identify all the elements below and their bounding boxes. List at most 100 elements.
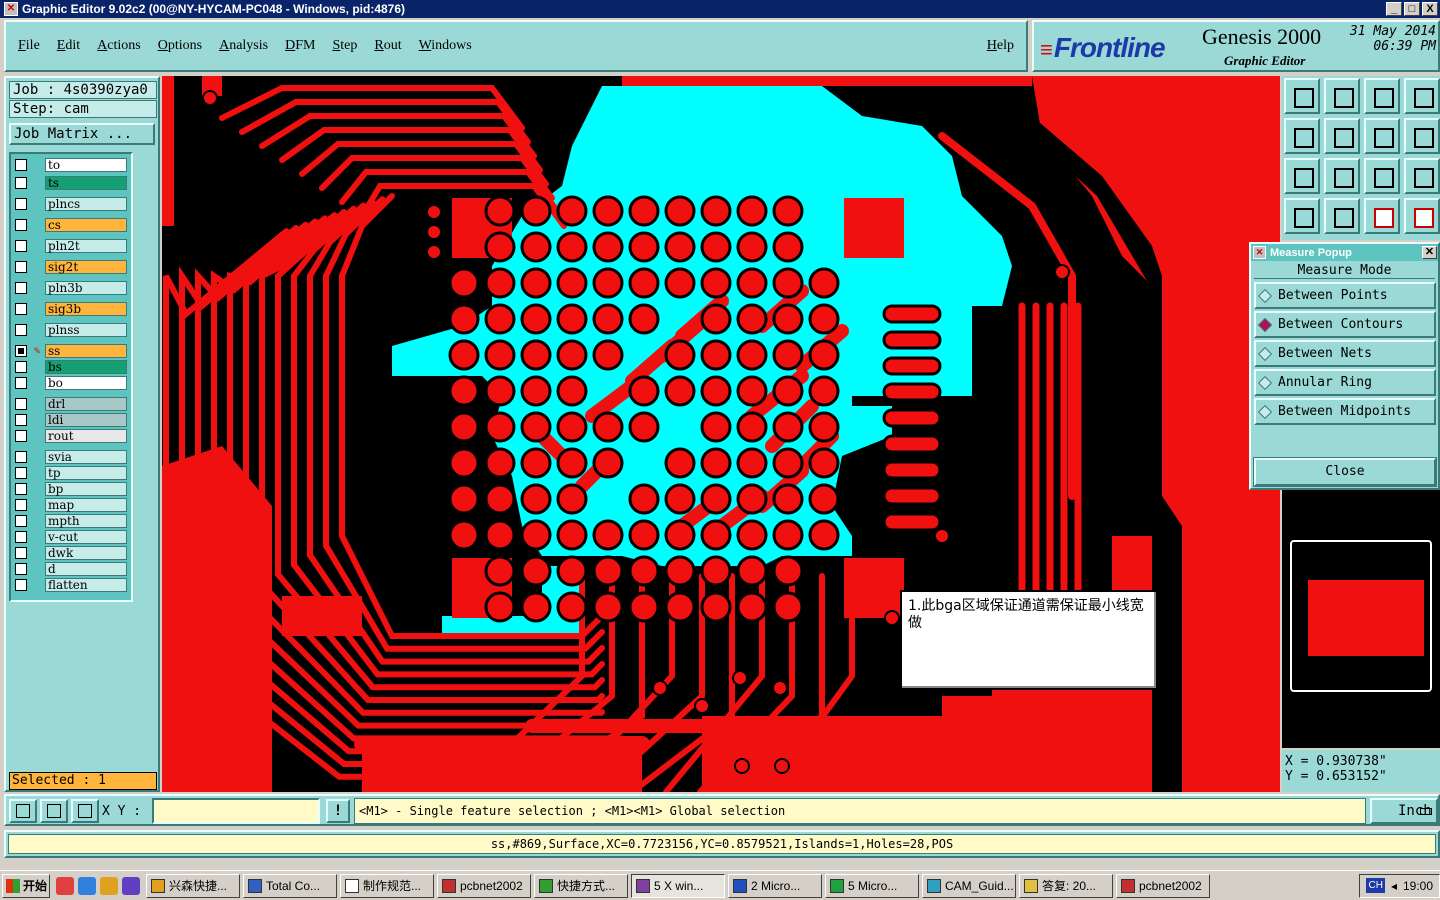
- layer-row-map[interactable]: map: [15, 498, 127, 512]
- layer-name[interactable]: rout: [45, 429, 127, 443]
- layer-checkbox[interactable]: [15, 219, 27, 231]
- zoom-down-icon[interactable]: [1324, 78, 1360, 114]
- layer-checkbox[interactable]: [15, 515, 27, 527]
- measure-tool-icon[interactable]: [1324, 198, 1360, 234]
- annotation-note[interactable]: 1.此bga区域保证通道需保证最小线宽做: [900, 590, 1158, 690]
- menu-analysis[interactable]: Analysis: [219, 38, 268, 54]
- layer-row-ss[interactable]: ✎ ss: [15, 344, 127, 358]
- snap-icon[interactable]: [1284, 198, 1320, 234]
- measure-title-bar[interactable]: ✕ Measure Popup ✕: [1251, 244, 1438, 261]
- layer-name[interactable]: sig2t: [45, 260, 127, 274]
- quicklaunch-icon[interactable]: [56, 876, 74, 895]
- layer-row-ts[interactable]: ts: [15, 176, 127, 190]
- layer-checkbox[interactable]: [15, 499, 27, 511]
- layer-checkbox[interactable]: [15, 531, 27, 543]
- layer-row-to[interactable]: to: [15, 158, 127, 172]
- scale-1-1-icon[interactable]: [1364, 158, 1400, 194]
- layer-row-cs[interactable]: cs: [15, 218, 127, 232]
- pan-left-icon[interactable]: [1284, 118, 1320, 154]
- language-indicator[interactable]: CH: [1366, 878, 1385, 893]
- measure-option-annular-ring[interactable]: Annular Ring: [1254, 369, 1436, 396]
- layer-checkbox[interactable]: [15, 303, 27, 315]
- layer-checkbox[interactable]: [15, 467, 27, 479]
- menu-edit[interactable]: Edit: [57, 38, 80, 54]
- tray-icon[interactable]: ◂: [1391, 879, 1397, 893]
- layer-row-bp[interactable]: bp: [15, 482, 127, 496]
- taskbar-item[interactable]: pcbnet2002: [1116, 873, 1210, 898]
- layer-row-plncs[interactable]: plncs: [15, 197, 127, 211]
- layer-name[interactable]: drl: [45, 397, 127, 411]
- layer-name[interactable]: to: [45, 158, 127, 172]
- layer-checkbox[interactable]: [15, 159, 27, 171]
- clock-icon[interactable]: [100, 876, 118, 895]
- grid-button[interactable]: [71, 799, 99, 823]
- zoom-window-icon[interactable]: [1364, 78, 1400, 114]
- layer-row-bo[interactable]: bo: [15, 376, 127, 390]
- title-bar[interactable]: ✕ Graphic Editor 9.02c2 (00@NY-HYCAM-PC0…: [0, 0, 1440, 18]
- pan-right-icon[interactable]: [1324, 118, 1360, 154]
- layer-row-mpth[interactable]: mpth: [15, 514, 127, 528]
- layer-checkbox[interactable]: [15, 414, 27, 426]
- display-red-icon[interactable]: [1364, 198, 1400, 234]
- measure-option-between-nets[interactable]: Between Nets: [1254, 340, 1436, 367]
- layer-row-tp[interactable]: tp: [15, 466, 127, 480]
- taskbar-item[interactable]: 5 Micro...: [825, 873, 919, 898]
- menu-dfm[interactable]: DFM: [285, 38, 315, 54]
- minimize-button[interactable]: _: [1386, 2, 1402, 16]
- menu-step[interactable]: Step: [332, 38, 357, 54]
- layer-checkbox[interactable]: [15, 177, 27, 189]
- menu-help[interactable]: Help: [987, 38, 1014, 54]
- taskbar-item[interactable]: 制作规范...: [340, 873, 434, 898]
- zoom-home-icon[interactable]: [1284, 78, 1320, 114]
- layer-name[interactable]: plncs: [45, 197, 127, 211]
- layer-row-pln3b[interactable]: pln3b: [15, 281, 127, 295]
- layer-name[interactable]: d: [45, 562, 127, 576]
- layer-checkbox[interactable]: [15, 579, 27, 591]
- job-matrix-button[interactable]: Job Matrix ...: [9, 123, 155, 145]
- layer-name[interactable]: svia: [45, 450, 127, 464]
- layer-name[interactable]: tp: [45, 466, 127, 480]
- measure-option-between-contours[interactable]: Between Contours: [1254, 311, 1436, 338]
- minimap[interactable]: [1290, 540, 1432, 692]
- maximize-button[interactable]: □: [1404, 2, 1420, 16]
- layer-name[interactable]: pln2t: [45, 239, 127, 253]
- layer-name[interactable]: map: [45, 498, 127, 512]
- zoom-center-icon[interactable]: [1324, 158, 1360, 194]
- ie-icon[interactable]: [78, 876, 96, 895]
- layer-name[interactable]: bp: [45, 482, 127, 496]
- layer-row-rout[interactable]: rout: [15, 429, 127, 443]
- layer-row-plnss[interactable]: plnss: [15, 323, 127, 337]
- layer-name[interactable]: pln3b: [45, 281, 127, 295]
- layer-checkbox[interactable]: [15, 377, 27, 389]
- app-icon[interactable]: [122, 876, 140, 895]
- layer-name[interactable]: ss: [45, 344, 127, 358]
- layer-checkbox[interactable]: [15, 361, 27, 373]
- undo-view-icon[interactable]: [1364, 118, 1400, 154]
- taskbar-item[interactable]: Total Co...: [243, 873, 337, 898]
- layer-checkbox[interactable]: [15, 282, 27, 294]
- layer-row-ldi[interactable]: ldi: [15, 413, 127, 427]
- layer-name[interactable]: ldi: [45, 413, 127, 427]
- measure-close-icon[interactable]: ✕: [1422, 246, 1437, 259]
- xy-input[interactable]: [152, 798, 320, 824]
- info-button[interactable]: !: [326, 799, 350, 823]
- layer-checkbox[interactable]: [15, 430, 27, 442]
- taskbar-item[interactable]: 快捷方式...: [534, 873, 628, 898]
- layer-name[interactable]: v-cut: [45, 530, 127, 544]
- layer-row-drl[interactable]: drl: [15, 397, 127, 411]
- fit-screen-icon[interactable]: [1284, 158, 1320, 194]
- layer-checkbox[interactable]: [15, 345, 27, 357]
- layer-checkbox[interactable]: [15, 324, 27, 336]
- layer-name[interactable]: flatten: [45, 578, 127, 592]
- layer-checkbox[interactable]: [15, 451, 27, 463]
- menu-rout[interactable]: Rout: [374, 38, 401, 54]
- taskbar-item[interactable]: 5 X win...: [631, 873, 725, 898]
- redraw-icon[interactable]: [1404, 118, 1440, 154]
- layer-checkbox[interactable]: [15, 483, 27, 495]
- taskbar-item[interactable]: pcbnet2002: [437, 873, 531, 898]
- layer-checkbox[interactable]: [15, 240, 27, 252]
- layer-name[interactable]: sig3b: [45, 302, 127, 316]
- layer-row-flatten[interactable]: flatten: [15, 578, 127, 592]
- taskbar-item[interactable]: 答复: 20...: [1019, 873, 1113, 898]
- layer-name[interactable]: cs: [45, 218, 127, 232]
